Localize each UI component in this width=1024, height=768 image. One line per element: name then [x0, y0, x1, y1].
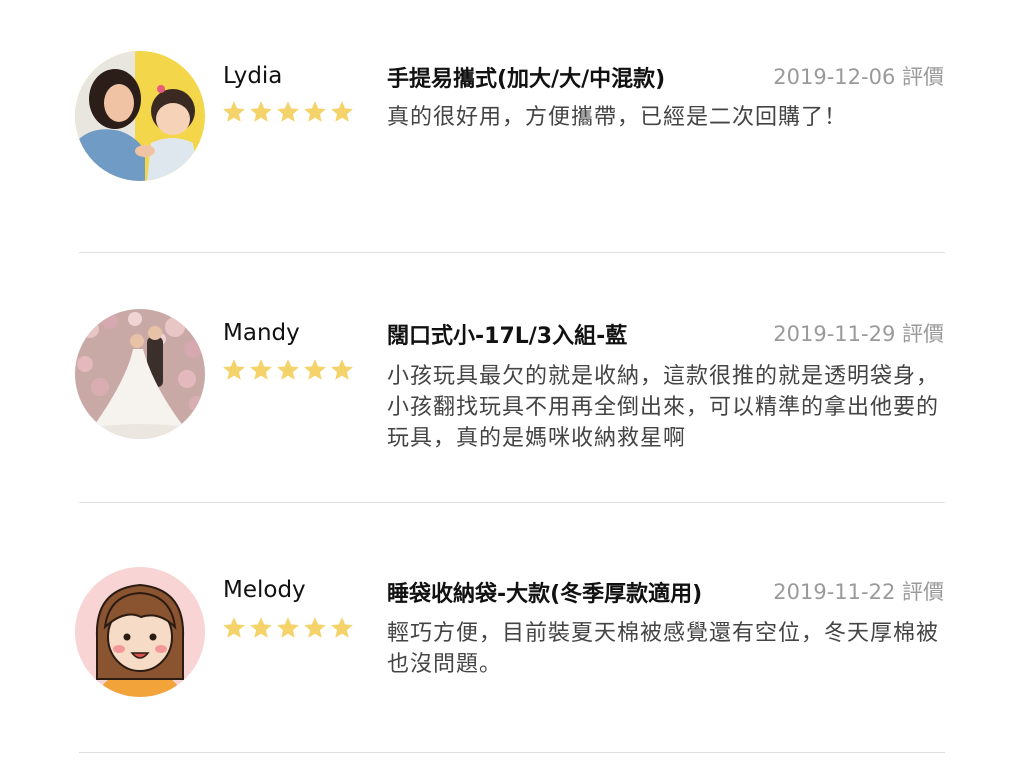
star-icon: [304, 359, 326, 380]
star-rating: [221, 357, 355, 383]
star-icon: [277, 359, 299, 380]
review-comment: 小孩玩具最欠的就是收納，這款很推的就是透明袋身，小孩翻找玩具不用再全倒出來，可以…: [387, 364, 940, 451]
star-icon: [331, 359, 353, 380]
reviewer-name: Mandy: [223, 320, 300, 346]
star-rating: [221, 615, 355, 641]
star-icon: [331, 101, 353, 122]
star-icon: [331, 617, 353, 638]
star-icon: [277, 101, 299, 122]
mother-and-baby-photo-icon: [75, 51, 205, 181]
reviewer-name: Melody: [223, 577, 306, 603]
avatar: [75, 51, 205, 181]
star-icon: [250, 617, 272, 638]
star-icon: [250, 101, 272, 122]
avatar: [75, 309, 205, 439]
star-icon: [223, 359, 245, 380]
divider: [79, 502, 945, 503]
wedding-photo-icon: [75, 309, 205, 439]
avatar: [75, 567, 205, 697]
cartoon-girl-illustration-icon: [75, 567, 205, 697]
divider: [79, 752, 945, 753]
reviewer-name: Lydia: [223, 63, 283, 89]
review-date: 2019-11-29 評價: [773, 322, 944, 346]
product-name: 睡袋收納袋-大款(冬季厚款適用): [387, 582, 703, 607]
divider: [79, 252, 945, 253]
product-name: 手提易攜式(加大/大/中混款): [387, 67, 666, 92]
product-name: 闊口式小-17L/3入組-藍: [387, 324, 628, 349]
star-icon: [250, 359, 272, 380]
review-date: 2019-12-06 評價: [773, 65, 944, 89]
review-date: 2019-11-22 評價: [773, 580, 944, 604]
star-icon: [304, 617, 326, 638]
star-rating: [221, 99, 355, 125]
star-icon: [277, 617, 299, 638]
star-icon: [223, 101, 245, 122]
star-icon: [223, 617, 245, 638]
star-icon: [304, 101, 326, 122]
review-comment: 真的很好用，方便攜帶，已經是二次回購了！: [387, 105, 848, 130]
review-comment: 輕巧方便，目前裝夏天棉被感覺還有空位，冬天厚棉被也沒問題。: [387, 621, 940, 677]
